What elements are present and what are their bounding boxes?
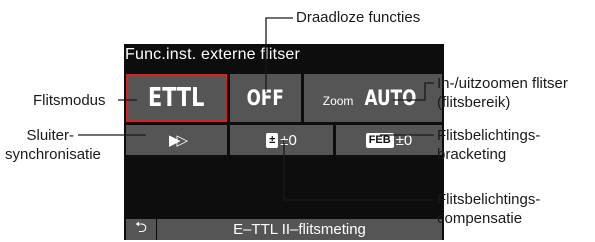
- label-feb: Flitsbelichtings- bracketing: [437, 126, 540, 164]
- label-feb-line2: bracketing: [437, 146, 507, 163]
- label-comp-line1: Flitsbelichtings-: [437, 191, 541, 208]
- zoom-leader-line: [393, 82, 434, 101]
- label-zoom: In-/uitzoomen flitser (flitsbereik): [437, 74, 568, 112]
- label-sync: Sluiter- synchronisatie: [5, 126, 101, 164]
- label-flash-mode: Flitsmodus: [33, 92, 106, 109]
- label-comp-line2: compensatie: [437, 210, 523, 227]
- wireless-leader-line: [265, 17, 293, 92]
- label-feb-line1: Flitsbelichtings-: [437, 127, 541, 144]
- comp-leader-line: [283, 140, 434, 201]
- label-wireless: Draadloze functies: [296, 9, 421, 26]
- label-zoom-line1: In-/uitzoomen flitser: [437, 75, 568, 92]
- label-comp: Flitsbelichtings- compensatie: [437, 190, 540, 228]
- label-sync-line2: synchronisatie: [5, 146, 101, 163]
- label-zoom-line2: (flitsbereik): [437, 94, 511, 111]
- label-sync-line1: Sluiter-: [26, 127, 74, 144]
